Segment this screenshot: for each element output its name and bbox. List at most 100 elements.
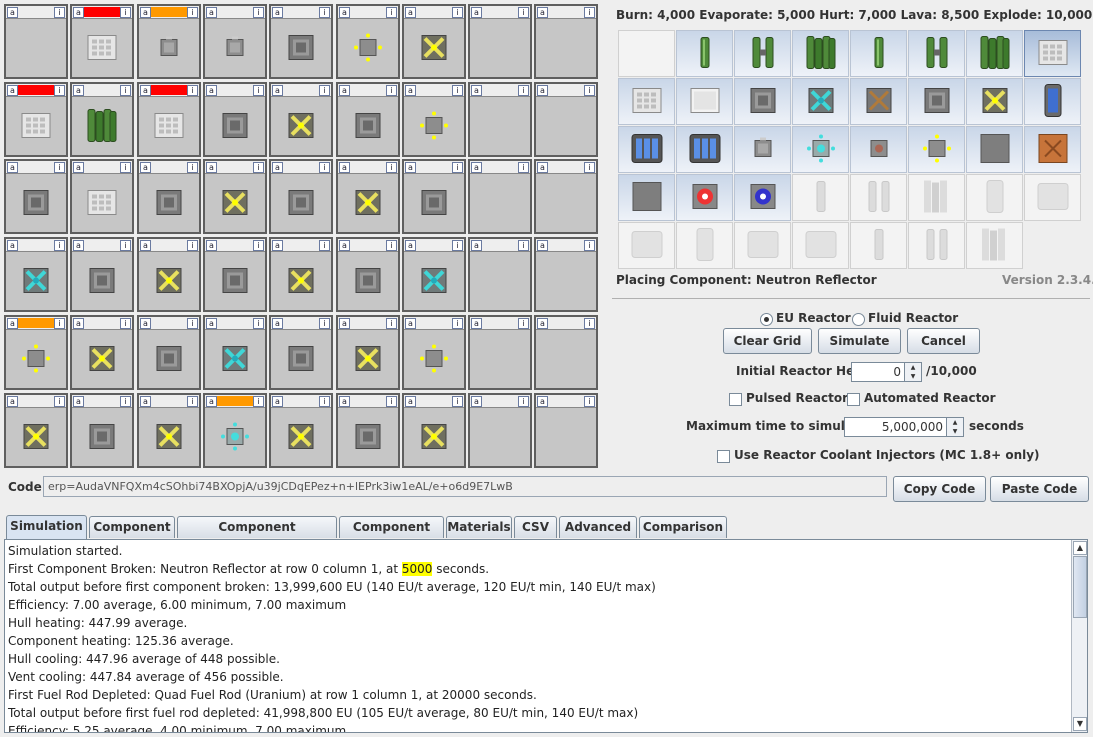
info-button[interactable]: i [54, 396, 65, 407]
reactor-cell[interactable]: ai [269, 393, 333, 468]
automation-button[interactable]: a [339, 396, 350, 407]
info-button[interactable]: i [584, 396, 595, 407]
reactor-cell[interactable]: ai [70, 237, 134, 312]
automation-button[interactable]: a [537, 7, 548, 18]
reactor-cell[interactable]: ai [70, 393, 134, 468]
info-button[interactable]: i [319, 240, 330, 251]
automation-button[interactable]: a [7, 162, 18, 173]
automation-button[interactable]: a [537, 318, 548, 329]
automation-button[interactable]: a [405, 85, 416, 96]
palette-item[interactable] [618, 30, 675, 77]
info-button[interactable]: i [187, 85, 198, 96]
reactor-cell[interactable]: ai [70, 159, 134, 234]
reactor-cell[interactable]: ai [4, 4, 68, 79]
automation-button[interactable]: a [471, 396, 482, 407]
automation-button[interactable]: a [405, 396, 416, 407]
info-button[interactable]: i [518, 162, 529, 173]
info-button[interactable]: i [187, 162, 198, 173]
tab-component[interactable]: Component [89, 516, 175, 538]
info-button[interactable]: i [253, 7, 264, 18]
reactor-cell[interactable]: ai [269, 159, 333, 234]
palette-item[interactable] [792, 30, 849, 77]
reactor-cell[interactable]: ai [137, 159, 201, 234]
info-button[interactable]: i [253, 162, 264, 173]
palette-item[interactable] [966, 174, 1023, 221]
automation-button[interactable]: a [471, 7, 482, 18]
reactor-cell[interactable]: ai [4, 237, 68, 312]
info-button[interactable]: i [319, 318, 330, 329]
reactor-cell[interactable]: ai [468, 159, 532, 234]
reactor-cell[interactable]: ai [137, 393, 201, 468]
automation-button[interactable]: a [7, 85, 18, 96]
info-button[interactable]: i [386, 240, 397, 251]
info-button[interactable]: i [54, 85, 65, 96]
info-button[interactable]: i [187, 318, 198, 329]
palette-item[interactable] [966, 30, 1023, 77]
automation-button[interactable]: a [73, 396, 84, 407]
reactor-cell[interactable]: ai [468, 82, 532, 157]
automation-button[interactable]: a [140, 85, 151, 96]
automation-button[interactable]: a [471, 240, 482, 251]
reactor-cell[interactable]: ai [70, 4, 134, 79]
palette-item[interactable] [676, 78, 733, 125]
info-button[interactable]: i [386, 162, 397, 173]
reactor-cell[interactable]: ai [402, 237, 466, 312]
info-button[interactable]: i [584, 240, 595, 251]
automation-button[interactable]: a [206, 162, 217, 173]
automation-button[interactable]: a [405, 240, 416, 251]
info-button[interactable]: i [518, 240, 529, 251]
palette-item[interactable] [792, 78, 849, 125]
info-button[interactable]: i [54, 240, 65, 251]
automation-button[interactable]: a [73, 85, 84, 96]
automation-button[interactable]: a [537, 162, 548, 173]
palette-item[interactable] [618, 222, 675, 269]
automation-button[interactable]: a [339, 318, 350, 329]
tab-component-automation[interactable]: Component Automation [177, 516, 337, 555]
info-button[interactable]: i [187, 240, 198, 251]
tab-comparison[interactable]: Comparison [639, 516, 727, 538]
automation-button[interactable]: a [272, 240, 283, 251]
info-button[interactable]: i [120, 396, 131, 407]
reactor-cell[interactable]: ai [203, 159, 267, 234]
palette-item[interactable] [618, 126, 675, 173]
reactor-cell[interactable]: ai [269, 82, 333, 157]
palette-item[interactable] [734, 174, 791, 221]
palette-item[interactable] [734, 126, 791, 173]
palette-item[interactable] [618, 78, 675, 125]
eu-reactor-radio[interactable] [760, 313, 773, 326]
reactor-cell[interactable]: ai [468, 315, 532, 390]
palette-item[interactable] [676, 174, 733, 221]
info-button[interactable]: i [518, 318, 529, 329]
info-button[interactable]: i [253, 240, 264, 251]
info-button[interactable]: i [518, 396, 529, 407]
reactor-cell[interactable]: ai [468, 393, 532, 468]
automation-button[interactable]: a [405, 7, 416, 18]
reactor-cell[interactable]: ai [534, 315, 598, 390]
reactor-cell[interactable]: ai [137, 315, 201, 390]
info-button[interactable]: i [386, 396, 397, 407]
palette-item[interactable] [734, 222, 791, 269]
info-button[interactable]: i [584, 318, 595, 329]
palette-item[interactable] [792, 126, 849, 173]
automation-button[interactable]: a [73, 162, 84, 173]
info-button[interactable]: i [253, 85, 264, 96]
info-button[interactable]: i [187, 7, 198, 18]
automation-button[interactable]: a [272, 318, 283, 329]
automation-button[interactable]: a [272, 85, 283, 96]
info-button[interactable]: i [452, 318, 463, 329]
reactor-cell[interactable]: ai [203, 4, 267, 79]
palette-item[interactable] [1024, 78, 1081, 125]
automation-button[interactable]: a [272, 7, 283, 18]
palette-item[interactable] [966, 222, 1023, 269]
paste-code-button[interactable]: Paste Code [990, 476, 1089, 502]
info-button[interactable]: i [452, 240, 463, 251]
palette-item[interactable] [850, 30, 907, 77]
coolant-injectors-checkbox[interactable] [717, 450, 730, 463]
palette-item[interactable] [908, 126, 965, 173]
automation-button[interactable]: a [471, 318, 482, 329]
info-button[interactable]: i [518, 7, 529, 18]
reactor-cell[interactable]: ai [402, 393, 466, 468]
info-button[interactable]: i [319, 396, 330, 407]
initial-heat-spinner[interactable]: 0 ▲ ▼ [851, 362, 922, 382]
automation-button[interactable]: a [7, 240, 18, 251]
